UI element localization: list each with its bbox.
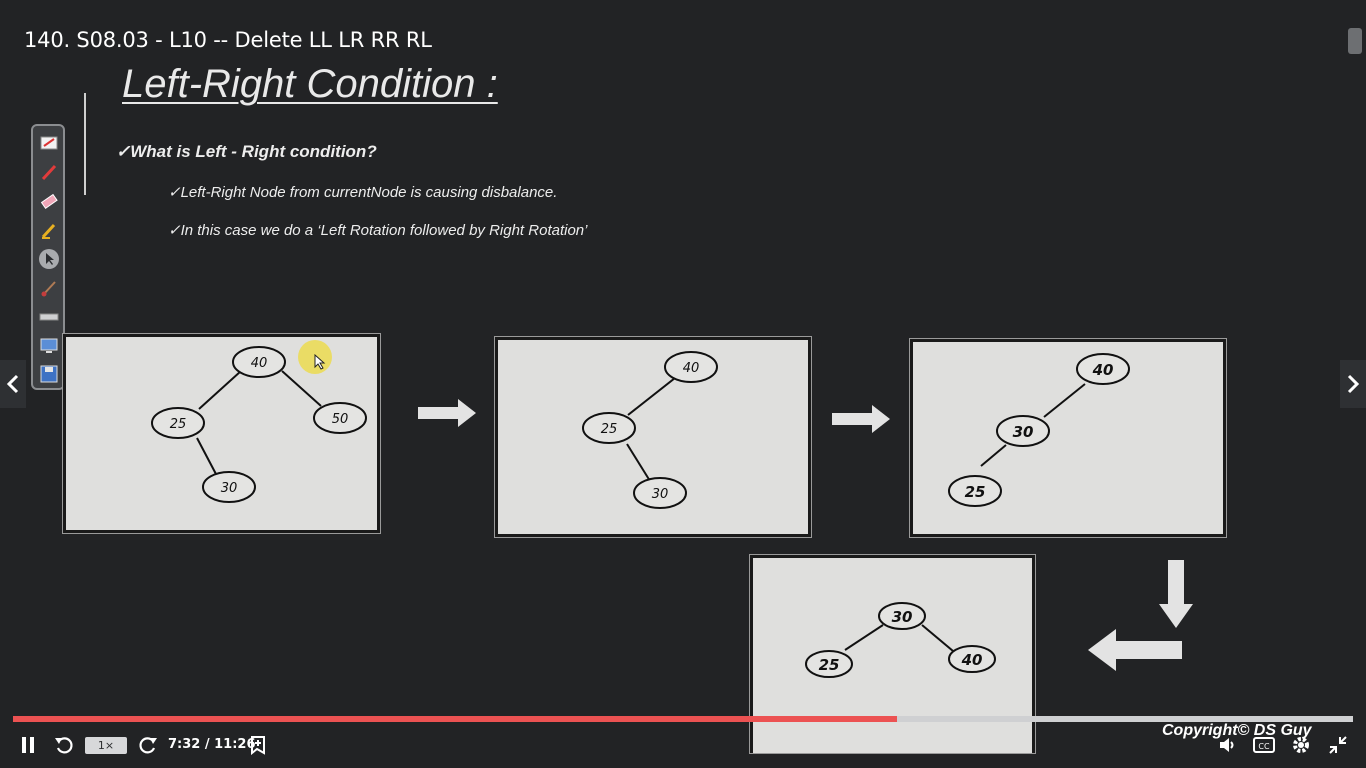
- pointer-icon[interactable]: [38, 248, 60, 270]
- svg-text:CC: CC: [1258, 742, 1270, 751]
- tree-node-label: 40: [1092, 361, 1114, 379]
- fullscreen-exit-icon[interactable]: [1326, 734, 1350, 756]
- tree-node-label: 40: [683, 361, 700, 376]
- tree-panel-after-left-rotation: 40 30 25: [909, 338, 1227, 538]
- slide-heading: Left-Right Condition :: [122, 62, 498, 106]
- bullet-question: ✓What is Left - Right condition?: [116, 142, 377, 161]
- progress-bar[interactable]: [13, 716, 1353, 722]
- tree-node-label: 30: [892, 608, 913, 626]
- tree-node-label: 30: [1013, 423, 1034, 441]
- time-display: 7:32 / 11:26: [168, 737, 256, 752]
- player-controls: 1× 7:32 / 11:26 CC: [0, 728, 1366, 762]
- notepad-icon[interactable]: [38, 132, 60, 154]
- chevron-left-icon: [6, 374, 19, 394]
- forward-icon[interactable]: [136, 734, 160, 756]
- volume-icon[interactable]: [1216, 734, 1240, 756]
- tree-node-label: 25: [170, 417, 187, 432]
- rewind-icon[interactable]: [52, 734, 76, 756]
- progress-fill: [13, 716, 898, 722]
- previous-lecture-button[interactable]: [0, 360, 26, 408]
- arrow-down-icon: [1159, 560, 1193, 628]
- playback-rate-button[interactable]: 1×: [85, 737, 127, 754]
- add-note-icon[interactable]: [247, 734, 271, 756]
- pen-icon[interactable]: [38, 161, 60, 183]
- tree-node-label: 40: [961, 651, 983, 669]
- arrow-right-icon: [418, 399, 476, 427]
- video-title: 140. S08.03 - L10 -- Delete LL LR RR RL: [24, 28, 432, 52]
- video-player[interactable]: 140. S08.03 - L10 -- Delete LL LR RR RL …: [0, 0, 1366, 768]
- bullet-cause: ✓Left-Right Node from currentNode is cau…: [168, 184, 558, 201]
- pause-icon[interactable]: [16, 734, 40, 756]
- next-lecture-button[interactable]: [1340, 360, 1366, 408]
- screen-icon[interactable]: [38, 335, 60, 357]
- bullet-rotation: ✓In this case we do a ‘Left Rotation fol…: [168, 222, 588, 239]
- brush-icon[interactable]: [38, 277, 60, 299]
- tree-node-label: 25: [601, 422, 618, 437]
- eraser-icon[interactable]: [38, 190, 60, 212]
- chevron-right-icon: [1347, 374, 1360, 394]
- captions-icon[interactable]: CC: [1252, 734, 1276, 756]
- sidebar-toggle-icon[interactable]: [1348, 28, 1362, 54]
- ruler-icon[interactable]: [38, 306, 60, 328]
- tree-node-label: 50: [332, 412, 349, 427]
- save-icon[interactable]: [38, 363, 60, 385]
- tree-panel-result: 30 25 40: [749, 554, 1036, 754]
- slide-divider: [84, 93, 86, 195]
- tree-node-label: 30: [221, 481, 238, 496]
- settings-icon[interactable]: [1289, 734, 1313, 756]
- highlighter-icon[interactable]: [38, 219, 60, 241]
- tree-node-label: 40: [251, 356, 268, 371]
- tree-node-label: 25: [965, 483, 986, 501]
- mouse-cursor-icon: [314, 354, 326, 370]
- arrow-left-icon: [1088, 629, 1182, 671]
- arrow-right-icon: [832, 405, 890, 433]
- tree-panel-left-rotation: 40 25 30: [494, 336, 812, 538]
- tree-panel-original: 40 25 50 30: [62, 333, 381, 534]
- tree-node-label: 30: [652, 487, 669, 502]
- tree-node-label: 25: [819, 656, 840, 674]
- annotation-toolbar: [31, 124, 65, 390]
